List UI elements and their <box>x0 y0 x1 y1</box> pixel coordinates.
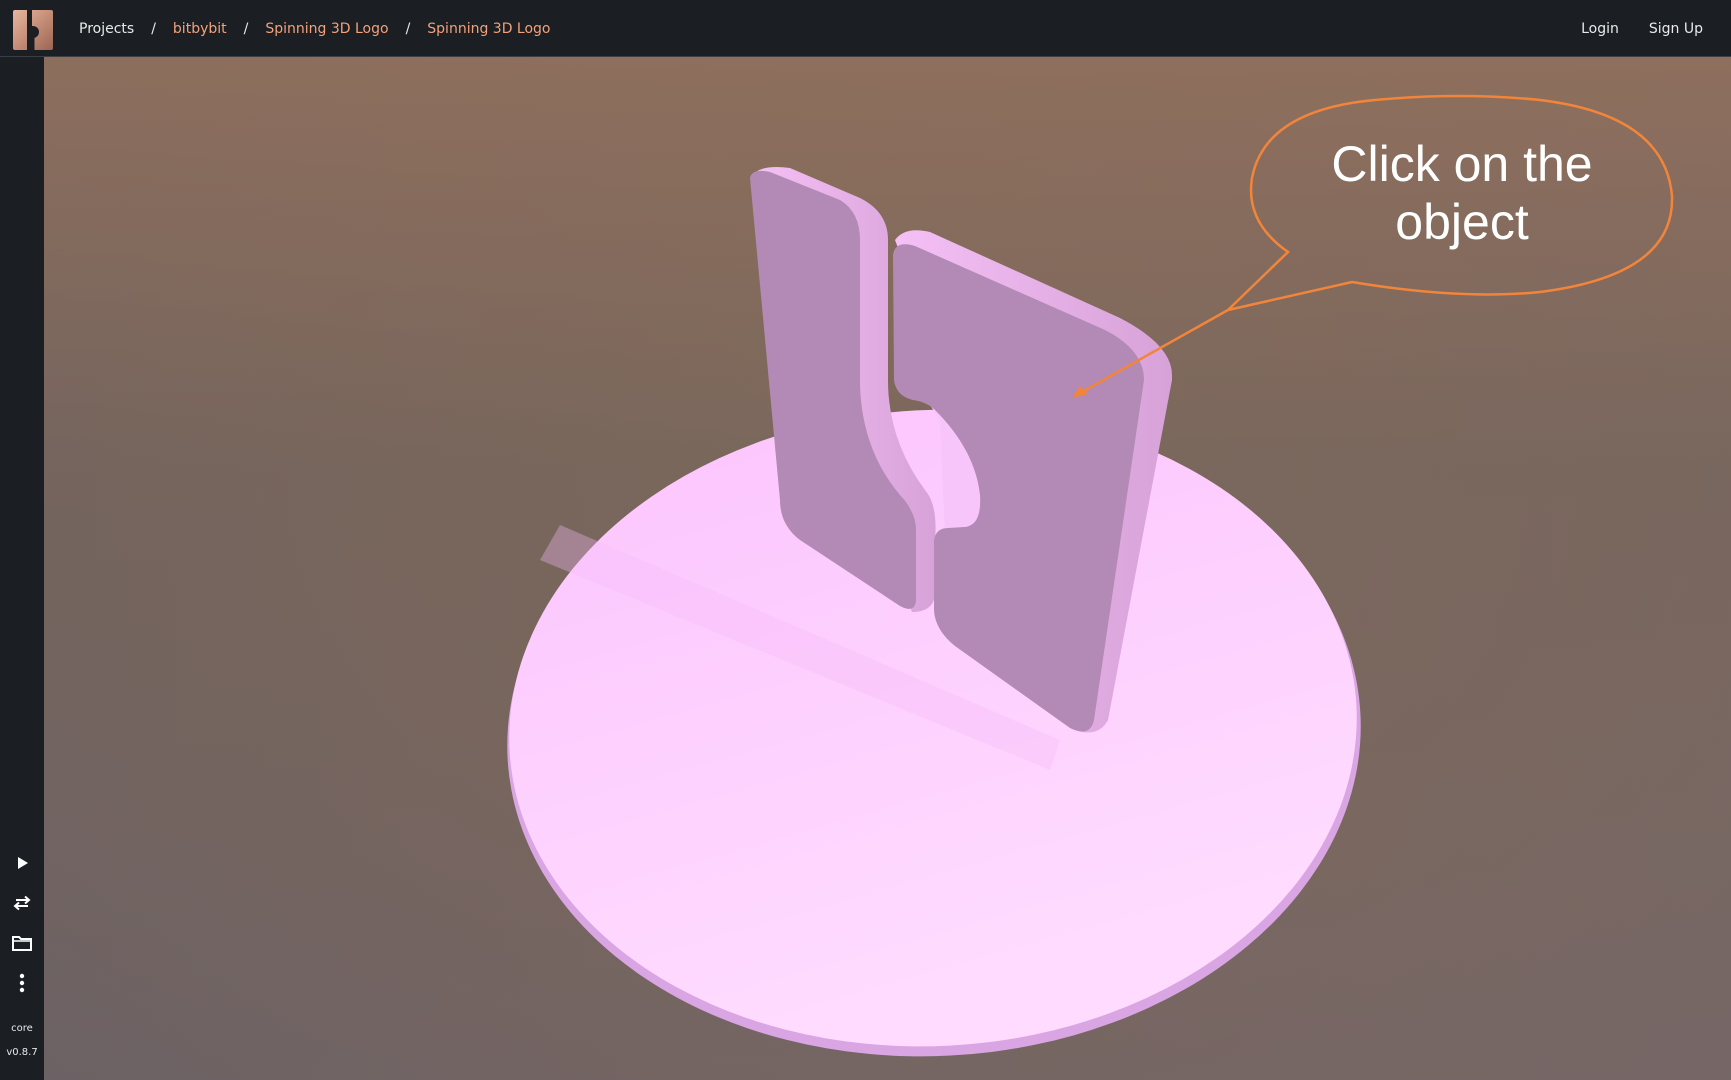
base-disc[interactable] <box>491 388 1377 1078</box>
base-disc-top <box>509 409 1357 1047</box>
3d-scene <box>491 94 1674 1078</box>
callout-bubble-outline <box>1223 94 1674 313</box>
